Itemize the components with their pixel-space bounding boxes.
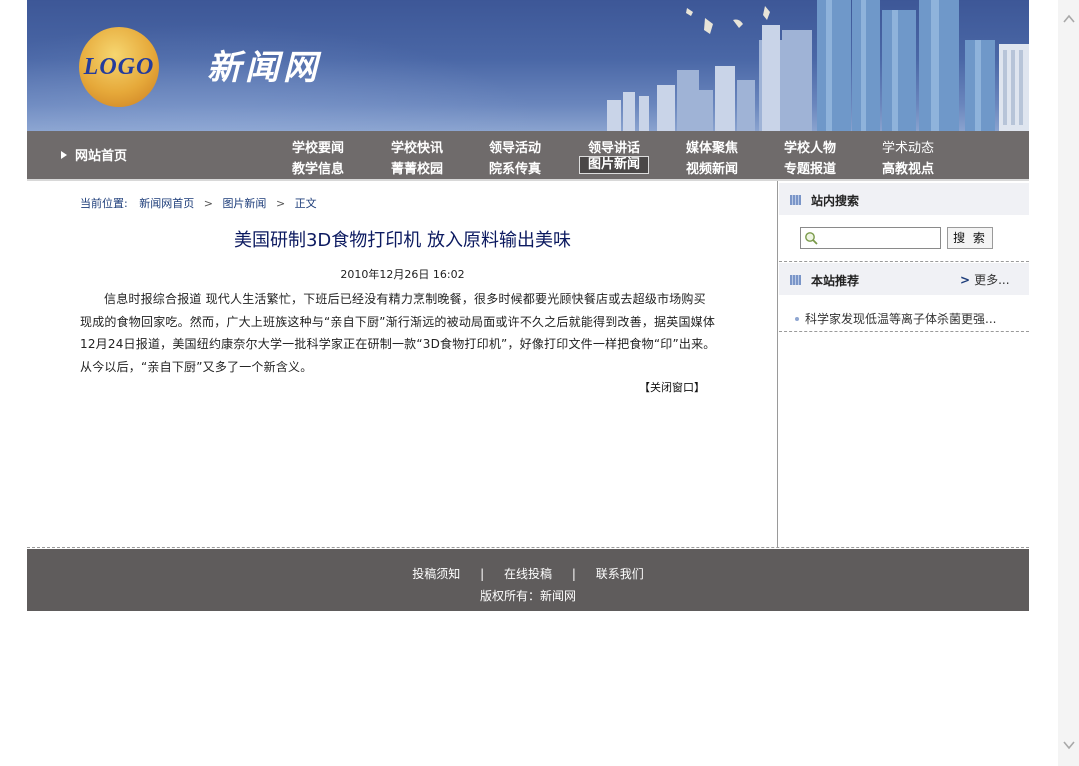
logo-text: LOGO [83, 54, 155, 80]
copyright-text: 版权所有：新闻网 [479, 589, 576, 603]
more-link[interactable]: > 更多... [960, 271, 1010, 288]
nav-item-school-news[interactable]: 学校要闻 [283, 137, 353, 156]
close-window-link[interactable]: 【关闭窗口】 [639, 379, 705, 395]
square-bullet-icon [790, 195, 801, 205]
recommend-section-title: 本站推荐 [811, 274, 860, 288]
nav-item-department-news[interactable]: 院系传真 [480, 158, 550, 177]
recommend-item-title: 科学家发现低温等离子体杀菌更强... [805, 312, 997, 326]
nav-item-special-reports[interactable]: 专题报道 [775, 158, 845, 177]
breadcrumb-separator-icon: > [203, 197, 213, 210]
nav-item-video-news[interactable]: 视频新闻 [677, 158, 747, 177]
main-nav: 网站首页 学校要闻 学校快讯 领导活动 领导讲话 媒体聚焦 学校人物 学术动态 … [27, 131, 1029, 179]
article-title: 美国研制3D食物打印机 放入原料输出美味 [233, 230, 572, 251]
city-skyline-image [607, 0, 1029, 131]
breadcrumb-current: 正文 [294, 197, 317, 210]
search-input[interactable] [800, 227, 941, 249]
triangle-right-icon [61, 151, 67, 159]
footer-link-contact-us[interactable]: 联系我们 [596, 567, 644, 581]
article-body: 信息时报综合报道 现代人生活繁忙，下班后已经没有精力烹制晚餐，很多时候都要光顾快… [80, 292, 716, 374]
nav-item-campus-life[interactable]: 菁菁校园 [382, 158, 452, 177]
nav-item-academic-news[interactable]: 学术动态 [873, 137, 943, 156]
magnifier-icon [805, 232, 818, 245]
footer-link-online-submission[interactable]: 在线投稿 [504, 567, 552, 581]
nav-item-school-flash[interactable]: 学校快讯 [382, 137, 452, 156]
breadcrumb-home-link[interactable]: 新闻网首页 [139, 197, 194, 210]
chevron-down-icon[interactable] [1062, 738, 1076, 752]
sidebar-divider [779, 331, 1029, 332]
nav-item-leader-speeches[interactable]: 领导讲话 [579, 137, 649, 156]
site-title: 新闻网 [207, 48, 321, 88]
bullet-dot-icon [795, 317, 799, 321]
nav-item-photo-news[interactable]: 图片新闻 [579, 156, 649, 174]
footer-divider [27, 547, 1029, 548]
search-section-title: 站内搜索 [811, 194, 860, 208]
article-panel: 当前位置: 新闻网首页 > 图片新闻 > 正文 美国研制3D食物打印机 放入原料… [27, 181, 778, 547]
breadcrumb-prefix: 当前位置: [80, 197, 128, 210]
vertical-scrollbar[interactable] [1058, 0, 1079, 766]
breadcrumb-separator-icon: > [275, 197, 286, 210]
header-banner: LOGO 新闻网 [27, 0, 1029, 131]
footer-separator: | [480, 567, 485, 581]
chevron-right-icon: > [960, 273, 971, 287]
nav-item-higher-ed-view[interactable]: 高教视点 [873, 158, 943, 177]
chevron-up-icon[interactable] [1062, 12, 1076, 26]
footer-links: 投稿须知 | 在线投稿 | 联系我们 [27, 565, 1029, 582]
square-bullet-icon [790, 275, 801, 285]
sidebar-divider [779, 261, 1029, 262]
recommend-list-item[interactable]: 科学家发现低温等离子体杀菌更强... [795, 310, 996, 327]
more-link-label: 更多... [974, 273, 1010, 287]
search-button[interactable]: 搜 索 [947, 227, 993, 249]
footer-separator: | [571, 567, 576, 581]
nav-item-teaching-info[interactable]: 教学信息 [283, 158, 353, 177]
breadcrumb-photo-news-link[interactable]: 图片新闻 [222, 197, 266, 210]
page: LOGO 新闻网 网站首页 学校要闻 学校快讯 领导活动 领导讲话 媒体聚焦 学… [27, 0, 1029, 611]
article-date: 2010年12月26日 16:02 [340, 268, 465, 281]
nav-item-leader-activities[interactable]: 领导活动 [480, 137, 550, 156]
nav-home-link[interactable]: 网站首页 [61, 145, 127, 164]
main-area: 当前位置: 新闻网首页 > 图片新闻 > 正文 美国研制3D食物打印机 放入原料… [27, 181, 1029, 547]
footer-link-submission-guide[interactable]: 投稿须知 [412, 567, 460, 581]
nav-item-school-people[interactable]: 学校人物 [775, 137, 845, 156]
nav-home-label: 网站首页 [75, 149, 128, 164]
breadcrumb: 当前位置: 新闻网首页 > 图片新闻 > 正文 [80, 195, 317, 211]
nav-item-media-focus[interactable]: 媒体聚焦 [677, 137, 747, 156]
search-section-header: 站内搜索 [779, 183, 1029, 215]
sidebar: 站内搜索 搜 索 本站推荐 > 更多... 科学家发现低温等离子体杀菌更强... [779, 181, 1029, 547]
footer: 投稿须知 | 在线投稿 | 联系我们 版权所有：新闻网 [27, 549, 1029, 611]
